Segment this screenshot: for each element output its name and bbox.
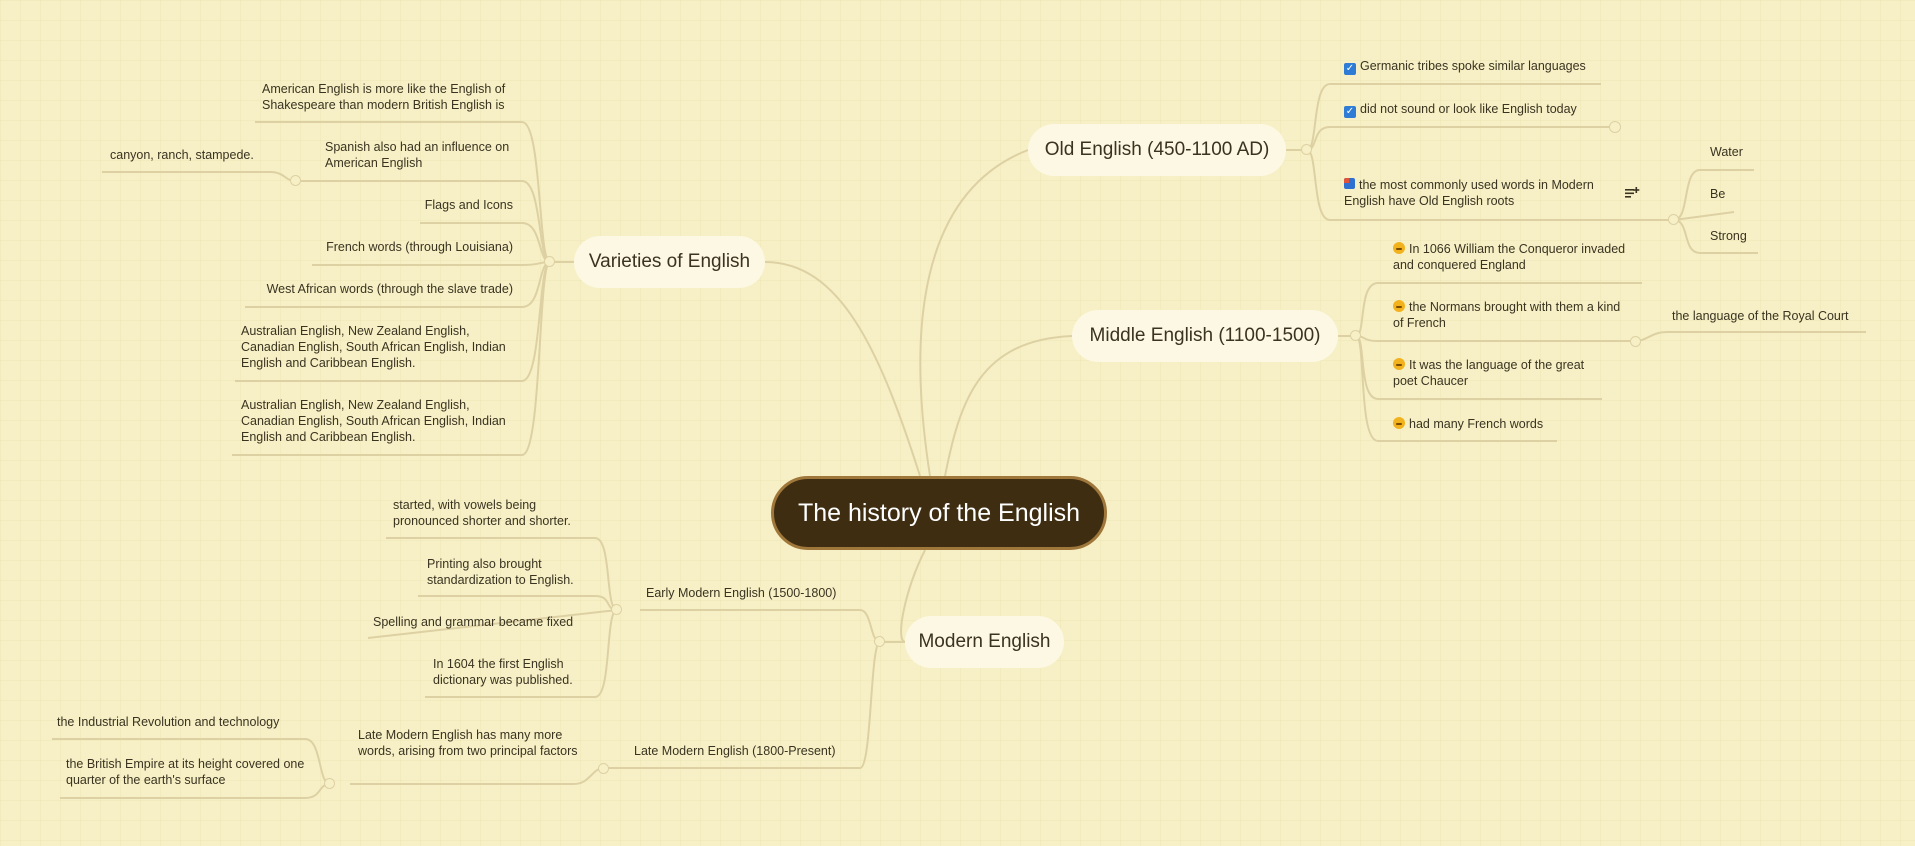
root-word[interactable]: Water bbox=[1710, 144, 1743, 160]
old-english-item[interactable]: ✓ Germanic tribes spoke similar languages bbox=[1344, 58, 1604, 75]
smiley-icon bbox=[1393, 300, 1405, 312]
topic-label: Modern English bbox=[918, 631, 1051, 652]
notes-icon[interactable] bbox=[1624, 186, 1640, 200]
smiley-icon bbox=[1393, 358, 1405, 370]
root-word[interactable]: Be bbox=[1710, 186, 1725, 202]
smiley-icon bbox=[1393, 417, 1405, 429]
early-modern-item[interactable]: In 1604 the first English dictionary was… bbox=[433, 656, 598, 688]
early-modern-english-topic[interactable]: Early Modern English (1500-1800) bbox=[646, 585, 836, 601]
topic-varieties-of-english[interactable]: Varieties of English bbox=[574, 236, 765, 288]
varieties-item[interactable]: Australian English, New Zealand English,… bbox=[241, 323, 526, 371]
late-modern-english-topic[interactable]: Late Modern English (1800-Present) bbox=[634, 743, 836, 759]
varieties-item[interactable]: French words (through Louisiana) bbox=[300, 239, 513, 255]
joint-knob[interactable] bbox=[611, 604, 622, 615]
early-modern-item[interactable]: Spelling and grammar became fixed bbox=[373, 614, 603, 630]
connector bbox=[919, 149, 1029, 477]
topic-label: Middle English (1100-1500) bbox=[1089, 325, 1321, 346]
checkbox-checked-icon[interactable]: ✓ bbox=[1344, 63, 1356, 75]
varieties-item[interactable]: Australian English, New Zealand English,… bbox=[241, 397, 526, 445]
joint-knob[interactable] bbox=[1350, 330, 1361, 341]
connector bbox=[1306, 126, 1614, 151]
connector bbox=[764, 261, 921, 477]
spanish-words-item[interactable]: canyon, ranch, stampede. bbox=[110, 147, 254, 163]
connector bbox=[1634, 331, 1866, 342]
royal-court-item[interactable]: the language of the Royal Court bbox=[1672, 308, 1849, 324]
connector bbox=[350, 767, 605, 785]
flag-icon bbox=[1344, 178, 1355, 189]
root-word[interactable]: Strong bbox=[1710, 228, 1747, 244]
late-modern-factor[interactable]: the Industrial Revolution and technology bbox=[57, 714, 317, 730]
middle-english-item[interactable]: had many French words bbox=[1393, 416, 1593, 432]
smiley-icon bbox=[1393, 242, 1405, 254]
varieties-item[interactable]: American English is more like the Englis… bbox=[262, 81, 517, 113]
middle-english-item[interactable]: the Normans brought with them a kind of … bbox=[1393, 299, 1623, 331]
joint-knob[interactable] bbox=[598, 763, 609, 774]
joint-knob[interactable] bbox=[544, 256, 555, 267]
middle-english-item[interactable]: In 1066 William the Conqueror invaded an… bbox=[1393, 241, 1643, 273]
connector bbox=[1355, 335, 1635, 342]
middle-english-item[interactable]: It was the language of the great poet Ch… bbox=[1393, 357, 1603, 389]
early-modern-item[interactable]: Printing also brought standardization to… bbox=[427, 556, 592, 588]
topic-old-english[interactable]: Old English (450-1100 AD) bbox=[1028, 124, 1286, 176]
connector bbox=[1673, 211, 1735, 221]
connector bbox=[418, 595, 618, 611]
early-modern-item[interactable]: started, with vowels being pronounced sh… bbox=[393, 497, 593, 529]
old-english-item[interactable]: the most commonly used words in Modern E… bbox=[1344, 177, 1614, 209]
varieties-item[interactable]: Spanish also had an influence on America… bbox=[325, 139, 520, 171]
joint-knob[interactable] bbox=[1609, 121, 1621, 133]
joint-knob[interactable] bbox=[874, 636, 885, 647]
topic-modern-english[interactable]: Modern English bbox=[905, 616, 1064, 668]
topic-label: Varieties of English bbox=[588, 251, 751, 272]
varieties-item[interactable]: West African words (through the slave tr… bbox=[230, 281, 513, 297]
topic-middle-english[interactable]: Middle English (1100-1500) bbox=[1072, 310, 1338, 362]
late-modern-item[interactable]: Late Modern English has many more words,… bbox=[358, 727, 580, 759]
central-topic-label: The history of the English bbox=[797, 498, 1081, 527]
old-english-item[interactable]: ✓ did not sound or look like English toda… bbox=[1344, 101, 1604, 118]
connector bbox=[102, 171, 296, 182]
joint-knob[interactable] bbox=[1301, 144, 1312, 155]
varieties-item[interactable]: Flags and Icons bbox=[380, 197, 513, 213]
connector bbox=[640, 609, 881, 643]
joint-knob[interactable] bbox=[1630, 336, 1641, 347]
connector bbox=[944, 335, 1073, 477]
joint-knob[interactable] bbox=[324, 778, 335, 789]
checkbox-checked-icon[interactable]: ✓ bbox=[1344, 106, 1356, 118]
joint-knob[interactable] bbox=[290, 175, 301, 186]
late-modern-factor[interactable]: the British Empire at its height covered… bbox=[66, 756, 306, 788]
topic-label: Old English (450-1100 AD) bbox=[1044, 139, 1270, 160]
connector bbox=[312, 261, 551, 266]
central-topic[interactable]: The history of the English bbox=[771, 476, 1107, 550]
joint-knob[interactable] bbox=[1668, 214, 1679, 225]
